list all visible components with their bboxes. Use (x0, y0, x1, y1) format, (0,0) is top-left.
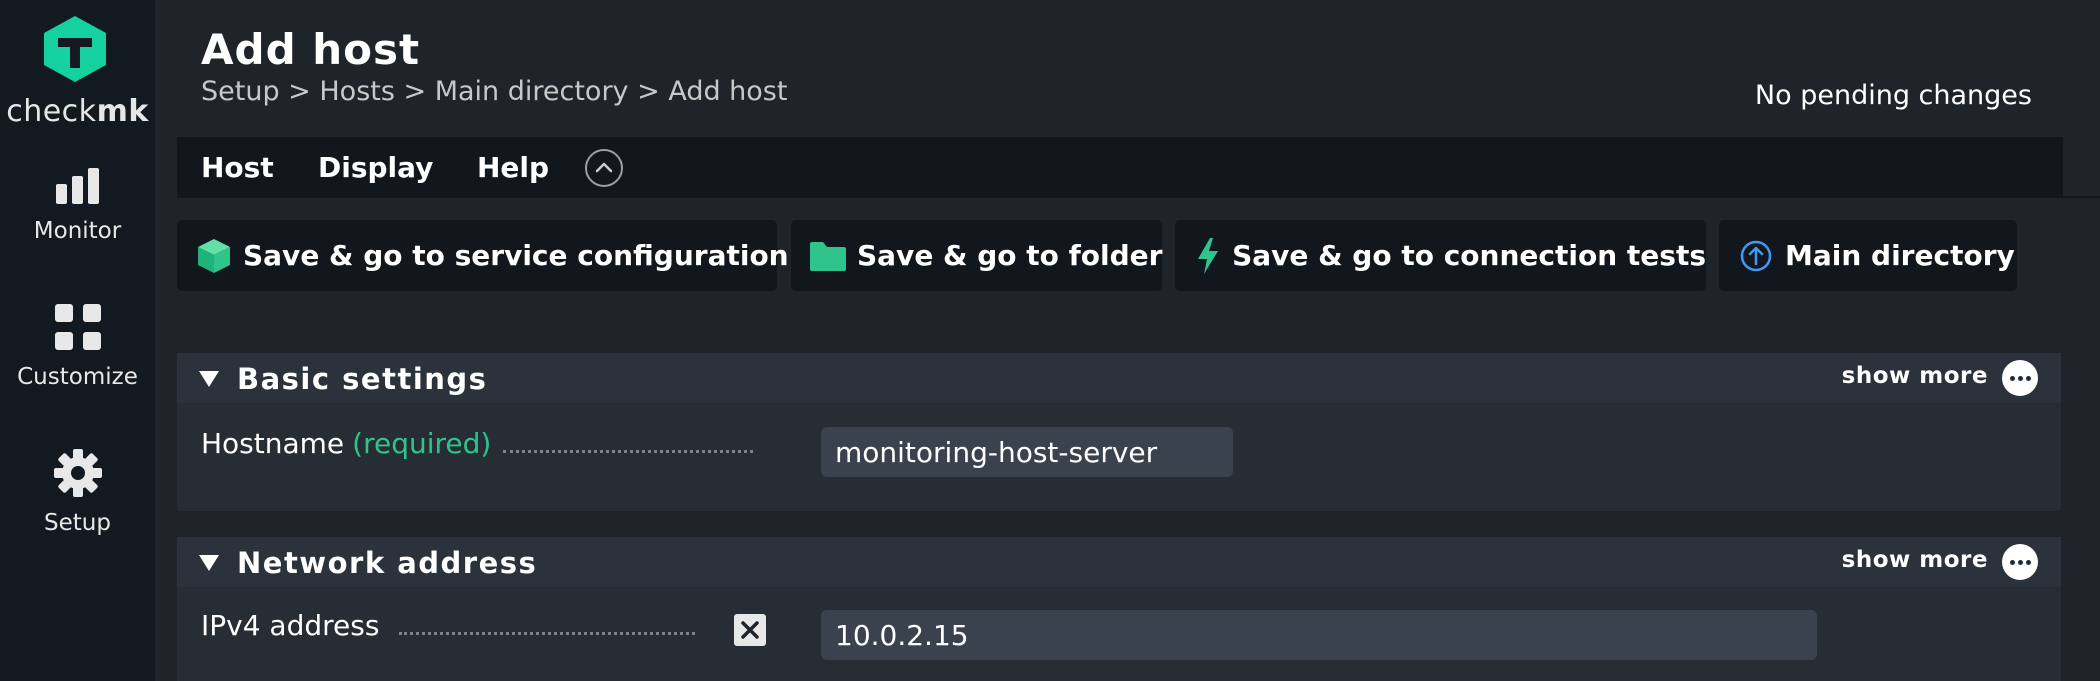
main-directory-button[interactable]: Main directory (1719, 220, 2017, 291)
button-label: Save & go to service configuration (243, 239, 789, 272)
page-title: Add host (201, 25, 421, 74)
close-icon (741, 621, 759, 639)
lightning-icon (1193, 237, 1222, 275)
section-title: Network address (237, 546, 538, 580)
folder-icon (809, 237, 847, 275)
save-folder-button[interactable]: Save & go to folder (791, 220, 1162, 291)
clear-checkbox[interactable] (734, 614, 766, 646)
pending-changes-link[interactable]: No pending changes (1755, 80, 2032, 111)
section-title: Basic settings (237, 362, 488, 396)
show-more-link[interactable]: show more (1842, 363, 1988, 389)
grid-icon (54, 304, 101, 350)
ipv4-input[interactable]: 10.0.2.15 (821, 610, 1817, 660)
cube-icon (195, 237, 233, 275)
menu-bar-divider (177, 196, 2100, 198)
gear-icon (53, 449, 102, 497)
logo-text: checkmk (6, 94, 149, 129)
menu-display[interactable]: Display (318, 151, 433, 184)
collapse-menu-button[interactable] (585, 149, 623, 187)
arrow-up-circle-icon (1737, 237, 1775, 275)
sidebar: checkmk Monitor Customize Setup (0, 0, 155, 681)
bar-chart-icon (55, 168, 99, 204)
button-label: Save & go to folder (857, 239, 1163, 272)
sidebar-item-customize[interactable]: Customize (0, 302, 155, 390)
more-options-icon[interactable] (2002, 544, 2038, 580)
network-address-section: Network address show more IPv4 address 1… (177, 537, 2061, 681)
save-connection-tests-button[interactable]: Save & go to connection tests (1175, 220, 1706, 291)
sidebar-item-label: Monitor (33, 218, 122, 244)
button-label: Main directory (1785, 239, 2015, 272)
chevron-up-icon (595, 162, 613, 173)
sidebar-item-setup[interactable]: Setup (0, 448, 155, 536)
button-label: Save & go to connection tests (1232, 239, 1706, 272)
label-dots (503, 450, 753, 453)
hostname-label: Hostname (required) (201, 427, 492, 460)
collapse-triangle-icon (199, 371, 219, 387)
sidebar-item-monitor[interactable]: Monitor (0, 166, 155, 244)
required-marker: (required) (352, 427, 492, 460)
sidebar-item-label: Setup (44, 510, 111, 536)
show-more-link[interactable]: show more (1842, 547, 1988, 573)
ipv4-label: IPv4 address (201, 609, 380, 642)
collapse-triangle-icon (199, 555, 219, 571)
breadcrumb: Setup > Hosts > Main directory > Add hos… (201, 76, 788, 107)
menu-help[interactable]: Help (477, 151, 549, 184)
more-options-icon[interactable] (2002, 360, 2038, 396)
hostname-input[interactable]: monitoring-host-server (821, 427, 1233, 477)
label-dots (399, 632, 695, 635)
sidebar-item-label: Customize (17, 364, 138, 390)
checkmk-logo-icon[interactable] (41, 14, 109, 84)
menu-bar (177, 137, 2063, 197)
save-service-config-button[interactable]: Save & go to service configuration (177, 220, 789, 291)
menu-host[interactable]: Host (201, 151, 274, 184)
basic-settings-section: Basic settings show more Hostname (requir… (177, 353, 2061, 511)
section-header-network-address[interactable]: Network address show more (177, 537, 2061, 587)
section-header-basic-settings[interactable]: Basic settings show more (177, 353, 2061, 403)
